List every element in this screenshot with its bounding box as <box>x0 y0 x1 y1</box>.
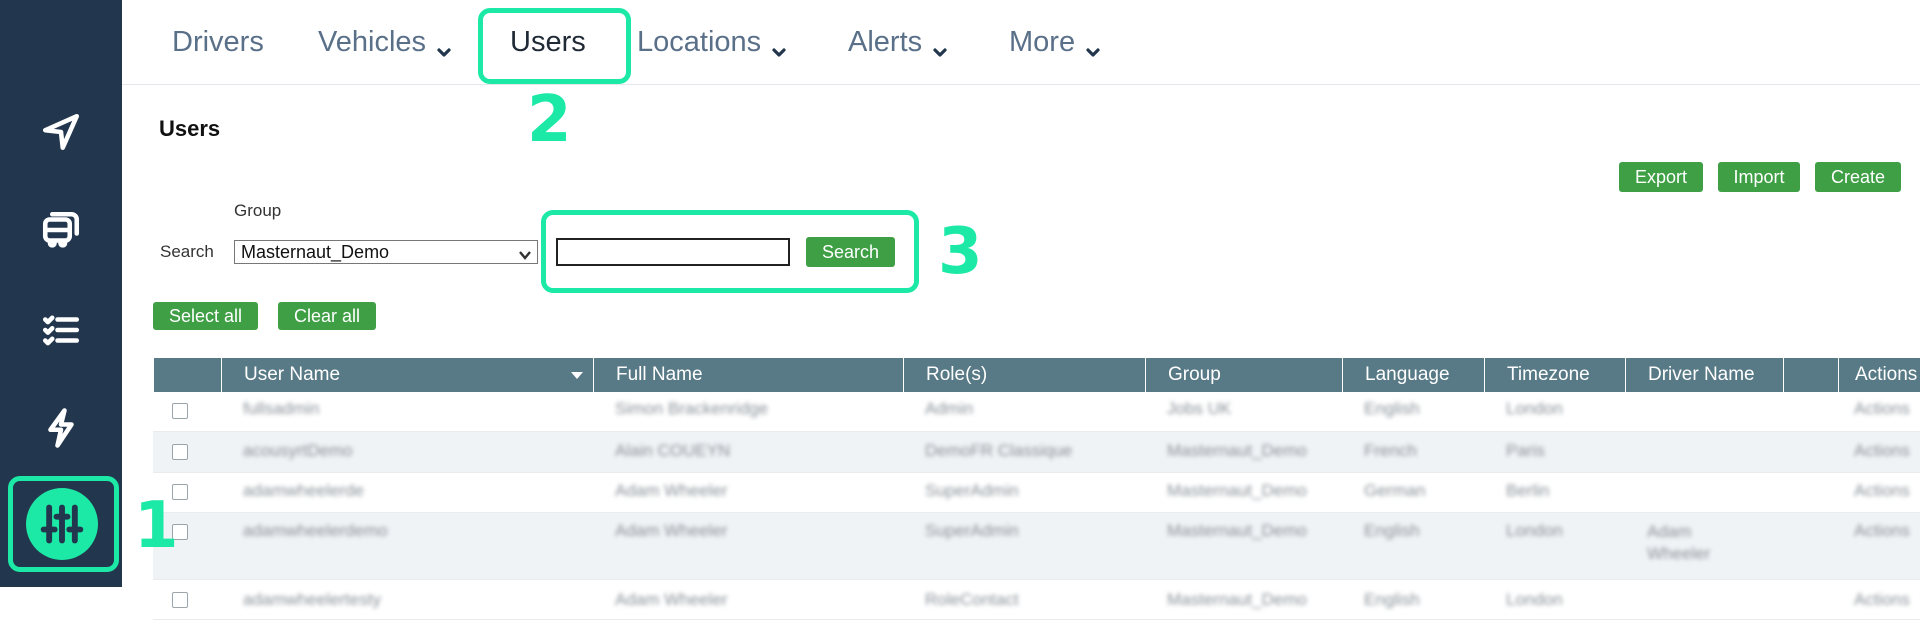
cell-actions[interactable]: Actions <box>1838 399 1910 419</box>
cell-language: English <box>1364 590 1420 609</box>
group-label: Group <box>234 201 282 220</box>
import-button[interactable]: Import <box>1718 162 1800 192</box>
column-blank <box>1783 358 1838 392</box>
column-actions: Actions <box>1838 358 1920 392</box>
cell-language: French <box>1364 441 1417 460</box>
cell-user-name: adamwheelerde <box>243 481 364 500</box>
row-checkbox[interactable] <box>172 444 188 460</box>
cell-roles: SuperAdmin <box>925 481 1019 500</box>
table-row[interactable]: fullsadmin Simon Brackenridge Admin Jobs… <box>153 392 1920 432</box>
cell-group: Jobs UK <box>1167 399 1232 418</box>
cell-timezone: London <box>1506 399 1563 418</box>
cell-group: Masternaut_Demo <box>1167 521 1307 540</box>
column-roles[interactable]: Role(s) <box>903 358 1145 392</box>
annotation-box-2 <box>478 8 631 84</box>
cell-full-name: Alain COUEYN <box>615 441 731 460</box>
group-select[interactable]: Masternaut_Demo <box>234 240 538 264</box>
table-row[interactable]: adamwheelerde Adam Wheeler SuperAdmin Ma… <box>153 473 1920 513</box>
nav-more[interactable]: More <box>1009 26 1101 59</box>
nav-vehicles[interactable]: Vehicles <box>318 26 452 59</box>
cell-group: Masternaut_Demo <box>1167 590 1307 609</box>
top-navigation: Drivers Vehicles Users Locations Alerts … <box>122 0 1920 85</box>
annotation-box-1 <box>8 476 119 572</box>
navigation-arrow-icon[interactable] <box>31 102 91 162</box>
export-button[interactable]: Export <box>1619 162 1703 192</box>
cell-actions[interactable]: Actions <box>1838 481 1910 501</box>
cell-roles: DemoFR Classique <box>925 441 1073 460</box>
lightning-icon[interactable] <box>31 398 91 458</box>
cell-user-name: fullsadmin <box>243 399 320 418</box>
cell-full-name: Adam Wheeler <box>615 590 728 609</box>
cell-driver-name: Adam Wheeler <box>1647 522 1711 563</box>
cell-full-name: Simon Brackenridge <box>615 399 769 418</box>
nav-locations[interactable]: Locations <box>637 26 787 59</box>
checklist-icon[interactable] <box>31 300 91 360</box>
cell-actions[interactable]: Actions <box>1838 441 1910 461</box>
column-language[interactable]: Language <box>1342 358 1484 392</box>
chevron-down-icon <box>518 246 532 260</box>
chevron-down-icon <box>932 35 948 57</box>
cell-full-name: Adam Wheeler <box>615 481 728 500</box>
chevron-down-icon <box>1085 35 1101 57</box>
cell-roles: RoleContact <box>925 590 1019 609</box>
cell-actions[interactable]: Actions <box>1838 521 1910 541</box>
page-title: Users <box>159 116 221 141</box>
select-all-button[interactable]: Select all <box>153 302 258 330</box>
cell-timezone: Berlin <box>1506 481 1550 500</box>
create-button[interactable]: Create <box>1815 162 1901 192</box>
search-label: Search <box>160 242 214 261</box>
cell-timezone: London <box>1506 590 1563 609</box>
column-timezone[interactable]: Timezone <box>1484 358 1625 392</box>
cell-roles: Admin <box>925 399 974 418</box>
cell-group: Masternaut_Demo <box>1167 441 1307 460</box>
sort-down-icon <box>571 372 583 379</box>
cell-group: Masternaut_Demo <box>1167 481 1307 500</box>
annotation-number-1: 1 <box>134 489 179 563</box>
cell-language: English <box>1364 399 1420 418</box>
chevron-down-icon <box>436 35 452 57</box>
group-select-value: Masternaut_Demo <box>241 241 390 262</box>
cell-actions[interactable]: Actions <box>1838 590 1910 610</box>
table-row[interactable]: adamwheelertesty Adam Wheeler RoleContac… <box>153 580 1920 620</box>
cell-roles: SuperAdmin <box>925 521 1019 540</box>
annotation-number-2: 2 <box>527 83 572 157</box>
row-checkbox[interactable] <box>172 592 188 608</box>
column-full-name[interactable]: Full Name <box>593 358 903 392</box>
bus-icon[interactable] <box>31 200 91 260</box>
cell-user-name: adamwheelerdemo <box>243 521 388 540</box>
cell-full-name: Adam Wheeler <box>615 521 728 540</box>
table-row[interactable]: acousyrtDemo Alain COUEYN DemoFR Classiq… <box>153 432 1920 473</box>
clear-all-button[interactable]: Clear all <box>278 302 376 330</box>
table-header: User Name Full Name Role(s) Group Langua… <box>153 358 1920 392</box>
table-row[interactable]: adamwheelerdemo Adam Wheeler SuperAdmin … <box>153 513 1920 580</box>
column-select <box>153 358 221 392</box>
annotation-number-3: 3 <box>938 215 983 289</box>
cell-timezone: Paris <box>1506 441 1545 460</box>
cell-language: German <box>1364 481 1426 500</box>
column-group[interactable]: Group <box>1145 358 1342 392</box>
row-checkbox[interactable] <box>172 403 188 419</box>
cell-user-name: acousyrtDemo <box>243 441 353 460</box>
nav-drivers[interactable]: Drivers <box>172 26 264 59</box>
cell-timezone: London <box>1506 521 1563 540</box>
users-table: User Name Full Name Role(s) Group Langua… <box>153 358 1920 620</box>
column-driver-name[interactable]: Driver Name <box>1625 358 1783 392</box>
column-user-name[interactable]: User Name <box>221 358 593 392</box>
nav-alerts[interactable]: Alerts <box>848 26 948 59</box>
chevron-down-icon <box>771 35 787 57</box>
annotation-box-3 <box>541 210 919 293</box>
cell-language: English <box>1364 521 1420 540</box>
cell-user-name: adamwheelertesty <box>243 590 381 609</box>
